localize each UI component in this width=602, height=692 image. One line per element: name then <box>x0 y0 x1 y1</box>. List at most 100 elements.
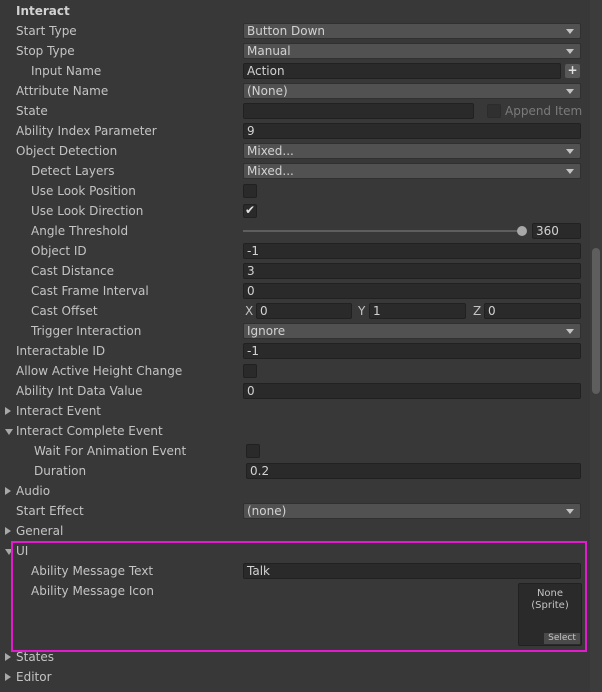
ability-int-data-row: Ability Int Data Value 0 <box>0 381 590 401</box>
chevron-right-icon <box>5 407 11 415</box>
chevron-right-icon <box>5 527 11 535</box>
chevron-down-icon <box>566 169 574 174</box>
allow-active-height-change-row: Allow Active Height Change <box>0 361 590 381</box>
attribute-name-row: Attribute Name (None) <box>0 81 590 101</box>
object-detection-label: Object Detection <box>16 144 118 158</box>
use-look-position-label: Use Look Position <box>31 184 136 198</box>
editor-label: Editor <box>16 670 52 684</box>
attribute-name-value: (None) <box>247 84 288 98</box>
start-type-value: Button Down <box>247 24 326 38</box>
cast-distance-field[interactable]: 3 <box>243 263 581 279</box>
cast-offset-y-label: Y <box>358 304 366 318</box>
cast-offset-z-label: Z <box>473 304 482 318</box>
plus-icon: + <box>567 63 578 77</box>
scrollbar-thumb[interactable] <box>592 248 600 394</box>
interactable-id-row: Interactable ID -1 <box>0 341 590 361</box>
wait-for-animation-event-checkbox[interactable] <box>246 444 260 458</box>
angle-threshold-row: Angle Threshold 360 <box>0 221 590 241</box>
chevron-down-icon <box>566 89 574 94</box>
interactable-id-field[interactable]: -1 <box>243 343 581 359</box>
state-field[interactable] <box>243 103 474 119</box>
ability-index-row: Ability Index Parameter 9 <box>0 121 590 141</box>
states-label: States <box>16 650 55 664</box>
allow-active-height-change-label: Allow Active Height Change <box>16 364 183 378</box>
stop-type-dropdown[interactable]: Manual <box>243 43 581 59</box>
chevron-down-icon <box>566 29 574 34</box>
duration-row: Duration 0.2 <box>0 461 590 481</box>
attribute-name-label: Attribute Name <box>16 84 109 98</box>
detect-layers-label: Detect Layers <box>31 164 115 178</box>
stop-type-label: Stop Type <box>16 44 75 58</box>
chevron-down-icon <box>5 429 13 435</box>
cast-offset-row: Cast Offset X 0 Y 1 Z 0 <box>0 301 590 321</box>
trigger-interaction-dropdown[interactable]: Ignore <box>243 323 581 339</box>
chevron-down-icon <box>566 509 574 514</box>
angle-threshold-slider-track[interactable] <box>243 230 522 232</box>
stop-type-row: Stop Type Manual <box>0 41 590 61</box>
audio-label: Audio <box>16 484 51 498</box>
add-input-button[interactable]: + <box>565 64 580 78</box>
detect-layers-dropdown[interactable]: Mixed... <box>243 163 581 179</box>
ability-int-data-label: Ability Int Data Value <box>16 384 143 398</box>
states-foldout[interactable]: States <box>0 647 590 667</box>
state-label: State <box>16 104 48 118</box>
audio-foldout[interactable]: Audio <box>0 481 590 501</box>
interact-header: Interact <box>0 1 590 21</box>
append-item-checkbox[interactable] <box>487 104 501 118</box>
attribute-name-dropdown[interactable]: (None) <box>243 83 581 99</box>
interact-title: Interact <box>16 4 70 18</box>
duration-field[interactable]: 0.2 <box>246 463 581 479</box>
vertical-scrollbar[interactable] <box>590 0 602 692</box>
start-effect-dropdown[interactable]: (none) <box>243 503 581 519</box>
input-name-label: Input Name <box>31 64 102 78</box>
start-type-dropdown[interactable]: Button Down <box>243 23 581 39</box>
ui-section-highlight <box>11 541 587 652</box>
trigger-interaction-label: Trigger Interaction <box>31 324 142 338</box>
editor-foldout[interactable]: Editor <box>0 667 590 687</box>
start-effect-label: Start Effect <box>16 504 84 518</box>
ability-index-field[interactable]: 9 <box>243 123 581 139</box>
start-type-row: Start Type Button Down <box>0 21 590 41</box>
chevron-right-icon <box>5 653 11 661</box>
cast-frame-interval-label: Cast Frame Interval <box>31 284 149 298</box>
angle-threshold-label: Angle Threshold <box>31 224 129 238</box>
use-look-position-row: Use Look Position <box>0 181 590 201</box>
chevron-right-icon <box>5 673 11 681</box>
allow-active-height-change-checkbox[interactable] <box>243 364 257 378</box>
wait-for-animation-event-label: Wait For Animation Event <box>34 444 187 458</box>
object-id-field[interactable]: -1 <box>243 243 581 259</box>
start-effect-row: Start Effect (none) <box>0 501 590 521</box>
checkmark-icon: ✔ <box>245 203 256 217</box>
interact-event-foldout[interactable]: Interact Event <box>0 401 590 421</box>
start-type-label: Start Type <box>16 24 77 38</box>
use-look-direction-checkbox[interactable]: ✔ <box>243 203 257 218</box>
append-item-label: Append Item <box>505 104 583 118</box>
angle-threshold-slider-handle[interactable] <box>517 226 527 236</box>
state-row: State Append Item <box>0 101 590 121</box>
ability-index-label: Ability Index Parameter <box>16 124 157 138</box>
interact-complete-event-foldout[interactable]: Interact Complete Event <box>0 421 590 441</box>
trigger-interaction-row: Trigger Interaction Ignore <box>0 321 590 341</box>
object-detection-dropdown[interactable]: Mixed... <box>243 143 581 159</box>
cast-offset-x-field[interactable]: 0 <box>256 303 352 319</box>
general-label: General <box>16 524 64 538</box>
cast-offset-z-field[interactable]: 0 <box>484 303 581 319</box>
cast-frame-interval-row: Cast Frame Interval 0 <box>0 281 590 301</box>
cast-offset-y-field[interactable]: 1 <box>369 303 466 319</box>
cast-distance-row: Cast Distance 3 <box>0 261 590 281</box>
ability-int-data-field[interactable]: 0 <box>243 383 581 399</box>
angle-threshold-field[interactable]: 360 <box>532 223 581 239</box>
cast-offset-label: Cast Offset <box>31 304 98 318</box>
chevron-right-icon <box>5 487 11 495</box>
use-look-direction-label: Use Look Direction <box>31 204 144 218</box>
cast-offset-x-label: X <box>245 304 254 318</box>
general-foldout[interactable]: General <box>0 521 590 541</box>
input-name-row: Input Name Action + <box>0 61 590 81</box>
input-name-field[interactable]: Action <box>243 63 561 79</box>
chevron-down-icon <box>566 149 574 154</box>
use-look-position-checkbox[interactable] <box>243 184 257 198</box>
cast-frame-interval-field[interactable]: 0 <box>243 283 581 299</box>
interact-complete-event-label: Interact Complete Event <box>16 424 163 438</box>
interactable-id-label: Interactable ID <box>16 344 106 358</box>
use-look-direction-row: Use Look Direction ✔ <box>0 201 590 221</box>
